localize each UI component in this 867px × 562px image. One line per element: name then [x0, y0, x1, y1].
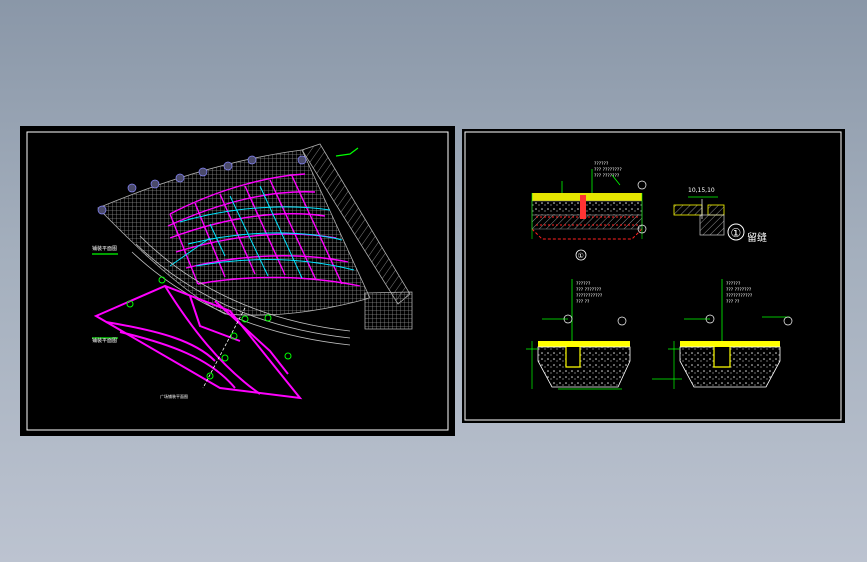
plan-label-b: 铺装平面图 [92, 337, 117, 344]
note-top-3: ??? ??????? [594, 173, 620, 179]
detail-2-section: ?????? ??? ??????? ??????????? ??? ?? [526, 279, 631, 390]
left-drawing-sheet: 铺装平面图 铺装平面图 广场铺装平面图 [20, 126, 455, 436]
note-bl-2: ??? ??????? [576, 287, 602, 293]
right-sheet-frame [464, 131, 842, 421]
cad-viewport: 铺装平面图 铺装平面图 广场铺装平面图 ① ?????? ??? ???????… [0, 0, 867, 562]
left-drawing-canvas: 铺装平面图 铺装平面图 广场铺装平面图 [26, 131, 449, 431]
plan-caption: 广场铺装平面图 [160, 393, 188, 399]
note-top-1: ?????? [594, 161, 609, 167]
note-br-3: ??????????? [726, 293, 753, 299]
plan-label-a: 铺装平面图 [92, 245, 117, 252]
detail-1-section: ① ?????? ??? ???????? ??? ??????? [531, 161, 647, 261]
note-br-4: ??? ?? [726, 299, 740, 305]
note-top-2: ??? ???????? [594, 167, 622, 173]
right-drawing-sheet: ① ?????? ??? ???????? ??? ??????? 10,15,… [462, 129, 845, 423]
callout-marker: ① [731, 226, 742, 240]
note-br-2: ??? ??????? [726, 287, 752, 293]
callout-text: 留缝 [747, 231, 767, 244]
note-bl-1: ?????? [576, 281, 591, 287]
detail-3-section: ?????? ??? ??????? ??????????? ??? ?? [652, 279, 793, 389]
note-bl-4: ??? ?? [576, 299, 590, 305]
joint-callout: 10,15,10 ① 留缝 [673, 187, 767, 244]
note-br-1: ?????? [726, 281, 741, 287]
corner-hatch [364, 291, 413, 330]
note-bl-3: ??????????? [576, 293, 603, 299]
joint-dims: 10,15,10 [688, 187, 715, 194]
right-drawing-canvas: ① ?????? ??? ???????? ??? ??????? 10,15,… [464, 131, 842, 421]
detail-marker: ① [578, 252, 584, 260]
